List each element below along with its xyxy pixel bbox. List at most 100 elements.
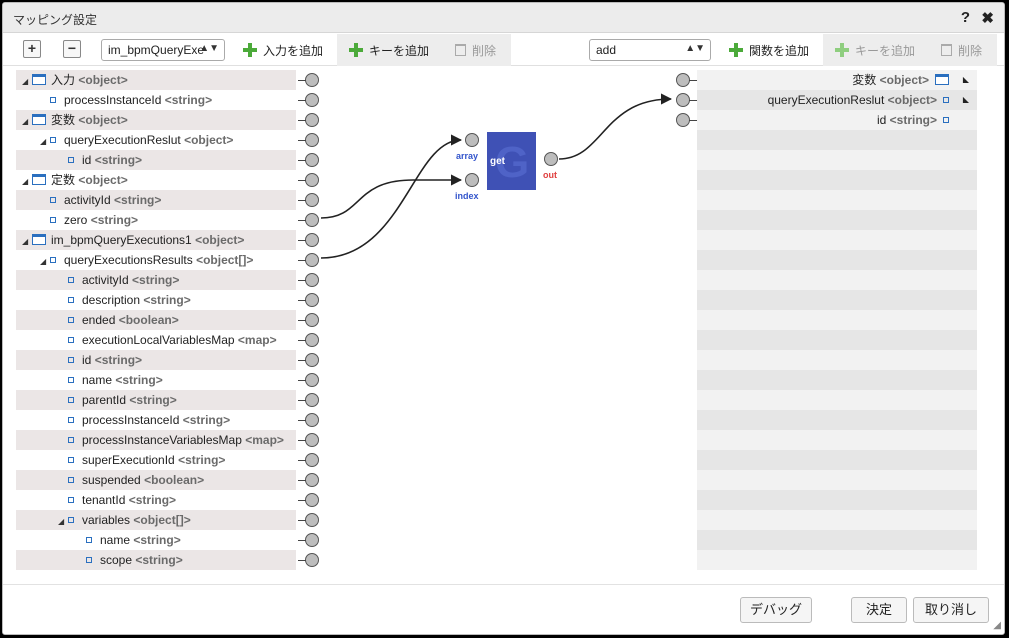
- port-stub: [298, 80, 306, 81]
- source-tree-row[interactable]: superExecutionId <string>: [16, 450, 296, 470]
- source-port[interactable]: [305, 213, 319, 227]
- trash-icon: [941, 44, 952, 56]
- target-tree-row[interactable]: 変数 <object> ◣: [697, 70, 977, 90]
- source-tree-row[interactable]: ◢ 変数 <object>: [16, 110, 296, 130]
- source-tree-row[interactable]: processInstanceVariablesMap <map>: [16, 430, 296, 450]
- source-tree-row[interactable]: ◢ queryExecutionReslut <object>: [16, 130, 296, 150]
- source-port[interactable]: [305, 313, 319, 327]
- source-port[interactable]: [305, 253, 319, 267]
- port-stub: [298, 100, 306, 101]
- delete-left-button[interactable]: 削除: [441, 34, 511, 66]
- help-icon[interactable]: ?: [961, 9, 970, 26]
- target-port[interactable]: [676, 73, 690, 87]
- source-tree-row[interactable]: scope <string>: [16, 550, 296, 570]
- field-name: id: [82, 153, 92, 167]
- field-name: activityId: [64, 193, 111, 207]
- source-tree-row[interactable]: ended <boolean>: [16, 310, 296, 330]
- source-tree-row[interactable]: tenantId <string>: [16, 490, 296, 510]
- expand-toggle-icon[interactable]: ◢: [22, 232, 32, 250]
- port-out[interactable]: [544, 152, 558, 166]
- source-tree-row[interactable]: id <string>: [16, 150, 296, 170]
- source-tree-row[interactable]: ◢ im_bpmQueryExecutions1 <object>: [16, 230, 296, 250]
- source-tree-row[interactable]: activityId <string>: [16, 190, 296, 210]
- source-tree-row[interactable]: zero <string>: [16, 210, 296, 230]
- source-tree-row[interactable]: activityId <string>: [16, 270, 296, 290]
- close-icon[interactable]: ✖: [981, 9, 994, 27]
- expand-toggle-icon[interactable]: ◢: [22, 72, 32, 90]
- source-port[interactable]: [305, 473, 319, 487]
- expand-toggle-icon[interactable]: ◢: [22, 172, 32, 190]
- expand-toggle-icon[interactable]: ◣: [963, 90, 969, 110]
- source-port[interactable]: [305, 173, 319, 187]
- source-port[interactable]: [305, 193, 319, 207]
- source-port[interactable]: [305, 433, 319, 447]
- target-tree-row[interactable]: id <string>: [697, 110, 977, 130]
- expand-all-button[interactable]: +: [23, 40, 41, 58]
- add-key-right-button[interactable]: キーを追加: [823, 34, 927, 66]
- function-select[interactable]: add ▲▼: [589, 39, 711, 61]
- input-select[interactable]: im_bpmQueryExe ▲▼: [101, 39, 225, 61]
- expand-toggle-icon[interactable]: ◢: [58, 512, 68, 530]
- source-tree-row[interactable]: ◢ queryExecutionsResults <object[]>: [16, 250, 296, 270]
- source-port[interactable]: [305, 153, 319, 167]
- source-port[interactable]: [305, 233, 319, 247]
- source-tree-row[interactable]: ◢ variables <object[]>: [16, 510, 296, 530]
- port-index[interactable]: [465, 173, 479, 187]
- get-function-node[interactable]: G get: [487, 132, 536, 190]
- source-tree-row[interactable]: parentId <string>: [16, 390, 296, 410]
- add-function-button[interactable]: 関数を追加: [719, 34, 819, 66]
- source-tree-row[interactable]: processInstanceId <string>: [16, 90, 296, 110]
- source-tree-row[interactable]: name <string>: [16, 370, 296, 390]
- source-port[interactable]: [305, 133, 319, 147]
- field-icon: [50, 197, 56, 203]
- target-tree-row: [697, 410, 977, 430]
- source-tree-row[interactable]: name <string>: [16, 530, 296, 550]
- source-port[interactable]: [305, 493, 319, 507]
- port-array[interactable]: [465, 133, 479, 147]
- source-tree-row[interactable]: processInstanceId <string>: [16, 410, 296, 430]
- target-tree-row: [697, 230, 977, 250]
- collapse-all-button[interactable]: −: [63, 40, 81, 58]
- source-port[interactable]: [305, 113, 319, 127]
- source-tree-row[interactable]: description <string>: [16, 290, 296, 310]
- source-tree-row[interactable]: ◢ 入力 <object>: [16, 70, 296, 90]
- source-tree-row[interactable]: suspended <boolean>: [16, 470, 296, 490]
- expand-toggle-icon[interactable]: ◢: [40, 252, 50, 270]
- port-stub: [298, 200, 306, 201]
- source-port[interactable]: [305, 513, 319, 527]
- source-port[interactable]: [305, 333, 319, 347]
- expand-toggle-icon[interactable]: ◢: [22, 112, 32, 130]
- source-port[interactable]: [305, 93, 319, 107]
- target-port[interactable]: [676, 113, 690, 127]
- expand-toggle-icon[interactable]: ◣: [963, 70, 969, 90]
- cancel-button[interactable]: 取り消し: [913, 597, 989, 623]
- source-port[interactable]: [305, 273, 319, 287]
- source-tree-row[interactable]: ◢ 定数 <object>: [16, 170, 296, 190]
- ok-button[interactable]: 決定: [851, 597, 907, 623]
- source-tree-row[interactable]: executionLocalVariablesMap <map>: [16, 330, 296, 350]
- source-port[interactable]: [305, 553, 319, 567]
- source-port[interactable]: [305, 393, 319, 407]
- field-type: <object[]>: [196, 253, 254, 267]
- source-port[interactable]: [305, 413, 319, 427]
- target-port[interactable]: [676, 93, 690, 107]
- source-port[interactable]: [305, 533, 319, 547]
- expand-toggle-icon[interactable]: ◢: [40, 132, 50, 150]
- add-key-left-button[interactable]: キーを追加: [337, 34, 441, 66]
- source-tree-row[interactable]: id <string>: [16, 350, 296, 370]
- port-stub: [298, 400, 306, 401]
- source-port[interactable]: [305, 73, 319, 87]
- delete-right-button[interactable]: 削除: [927, 34, 997, 66]
- target-tree-row[interactable]: queryExecutionReslut <object> ◣: [697, 90, 977, 110]
- source-port[interactable]: [305, 373, 319, 387]
- field-type: <string>: [129, 393, 177, 407]
- field-type: <object>: [78, 173, 128, 187]
- target-tree-row: [697, 310, 977, 330]
- resize-handle-icon[interactable]: ◢: [993, 620, 1001, 631]
- source-port[interactable]: [305, 293, 319, 307]
- source-port[interactable]: [305, 453, 319, 467]
- field-name: processInstanceVariablesMap: [82, 433, 242, 447]
- add-input-button[interactable]: 入力を追加: [233, 34, 333, 66]
- debug-button[interactable]: デバッグ: [740, 597, 812, 623]
- source-port[interactable]: [305, 353, 319, 367]
